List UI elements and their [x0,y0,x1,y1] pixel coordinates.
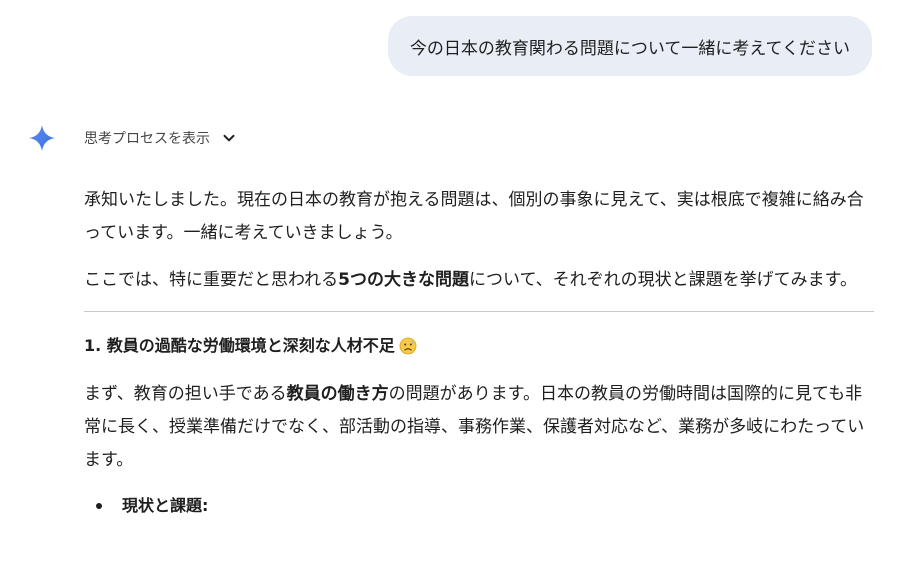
user-message-bubble: 今の日本の教育関わる問題について一緒に考えてください [387,16,872,76]
response-paragraph-overview: ここでは、特に重要だと思われる5つの大きな問題について、それぞれの現状と課題を挙… [84,264,876,297]
section1-text-before: まず、教育の担い手である [84,384,287,404]
section-divider [84,311,874,312]
overview-text-before: ここでは、特に重要だと思われる [84,270,339,290]
assistant-response: 承知いたしました。現在の日本の教育が抱える問題は、個別の事象に見えて、実は根底で… [84,184,876,521]
chat-page: 今の日本の教育関わる問題について一緒に考えてください 思考プロセスを表示 承知い… [0,0,912,570]
show-thinking-toggle[interactable]: 思考プロセスを表示 [84,128,236,148]
overview-text-after: について、それぞれの現状と課題を挙げてみます。 [469,270,857,290]
response-paragraph-section1: まず、教育の担い手である教員の働き方の問題があります。日本の教員の労働時間は国際… [84,378,876,477]
show-thinking-label: 思考プロセスを表示 [84,131,210,147]
sad-face-emoji-icon [399,337,417,355]
section1-bold-text: 教員の働き方 [286,384,389,404]
chevron-down-icon [223,134,235,142]
user-message-text: 今の日本の教育関わる問題について一緒に考えてください [409,38,850,59]
section-heading-text: 1. 教員の過酷な労働環境と深刻な人材不足 [84,336,395,355]
section-heading-1: 1. 教員の過酷な労働環境と深刻な人材不足 [84,334,876,358]
sparkle-icon [29,125,55,151]
overview-bold-text: 5つの大きな問題 [338,270,469,290]
intro-text: 承知いたしました。現在の日本の教育が抱える問題は、個別の事象に見えて、実は根底で… [84,190,864,243]
list-item: 現状と課題: [84,491,876,521]
bullet-text: 現状と課題: [122,496,209,515]
response-paragraph-intro: 承知いたしました。現在の日本の教育が抱える問題は、個別の事象に見えて、実は根底で… [84,184,876,250]
bullet-dot [96,503,102,509]
bullet-list: 現状と課題: [84,491,876,521]
